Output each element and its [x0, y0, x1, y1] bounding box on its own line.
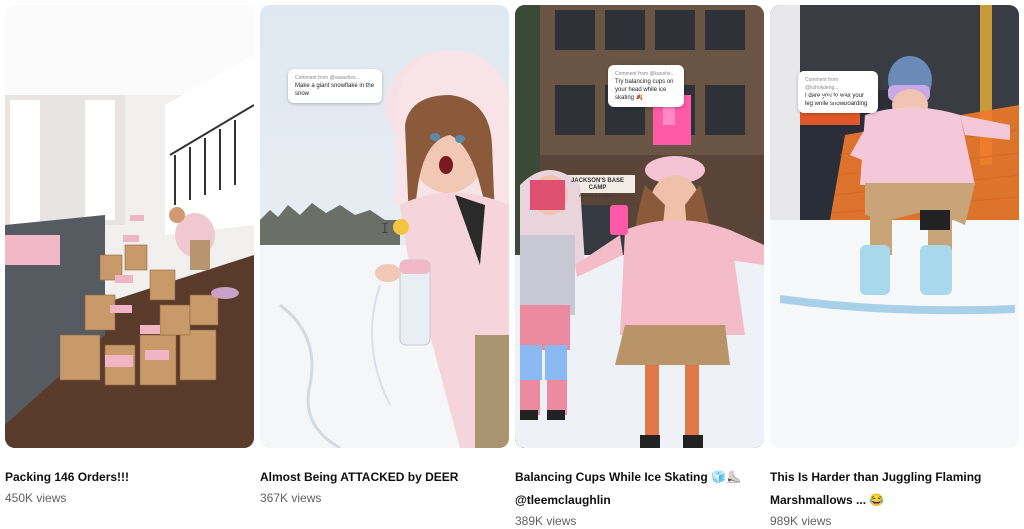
view-count: 367K views [260, 491, 322, 505]
title-emoji: 😂 [869, 493, 885, 507]
comment-author: Comment from @kshokdeng... [805, 77, 839, 91]
view-count: 989K views [770, 514, 832, 528]
svg-text:𝙸: 𝙸 [380, 221, 390, 237]
storefront-sign-subtext: RENTALS • DEMOS [579, 193, 616, 198]
short-thumbnail[interactable]: 𝙸 Comment from @sasashes... Make a giant… [260, 5, 509, 448]
short-thumbnail[interactable]: Comment from @kshokdeng... I dare you to… [770, 5, 1019, 448]
comment-reply-bubble: Comment from @kaoshe... Try balancing cu… [608, 65, 684, 107]
video-title-text: Marshmallows ... [770, 493, 867, 507]
comment-author: Comment from @kaoshe... [615, 71, 675, 77]
short-card[interactable]: Comment from @kaoshe... Try balancing cu… [515, 5, 764, 528]
short-card[interactable]: 𝙸 Comment from @sasashes... Make a giant… [260, 5, 509, 525]
comment-author: Comment from @sasashes... [295, 75, 360, 81]
video-title[interactable]: Packing 146 Orders!!! [5, 466, 250, 488]
shorts-grid: Packing 146 Orders!!! 450K views 𝙸 Comme… [5, 5, 1020, 528]
video-title-text: Balancing Cups While Ice Skating [515, 470, 708, 484]
short-thumbnail[interactable]: Comment from @kaoshe... Try balancing cu… [515, 5, 764, 448]
comment-text: Make a giant snowflake in the snow [295, 83, 375, 97]
thumbnail-image-packing [5, 5, 254, 448]
short-thumbnail[interactable] [5, 5, 254, 448]
storefront-sign: KIPPERS Ages 3 to 7 [800, 95, 860, 113]
comment-text: Try balancing cups on your head while ic… [615, 79, 674, 101]
storefront-sign-subtext: Ages 3 to 7 [817, 105, 843, 111]
video-title[interactable]: This Is Harder than Juggling Flaming [770, 466, 1015, 488]
storefront-sign-text: JACKSON'S BASE CAMP [570, 178, 625, 191]
short-card[interactable]: Packing 146 Orders!!! 450K views [5, 5, 254, 525]
video-title-line2[interactable]: @tleemclaughlin [515, 489, 760, 511]
title-emoji: 🧊⛸️ [711, 470, 741, 484]
comment-reply-bubble: Comment from @sasashes... Make a giant s… [288, 69, 382, 103]
storefront-sign-text: KIPPERS [812, 95, 848, 104]
short-card[interactable]: Comment from @kshokdeng... I dare you to… [770, 5, 1019, 528]
view-count: 389K views [515, 514, 577, 528]
video-title-line2[interactable]: Marshmallows ... 😂 [770, 489, 1015, 511]
storefront-sign: JACKSON'S BASE CAMP RENTALS • DEMOS [562, 178, 633, 199]
view-count: 450K views [5, 491, 67, 505]
video-title[interactable]: Almost Being ATTACKED by DEER [260, 466, 505, 488]
video-title[interactable]: Balancing Cups While Ice Skating 🧊⛸️ [515, 466, 760, 488]
